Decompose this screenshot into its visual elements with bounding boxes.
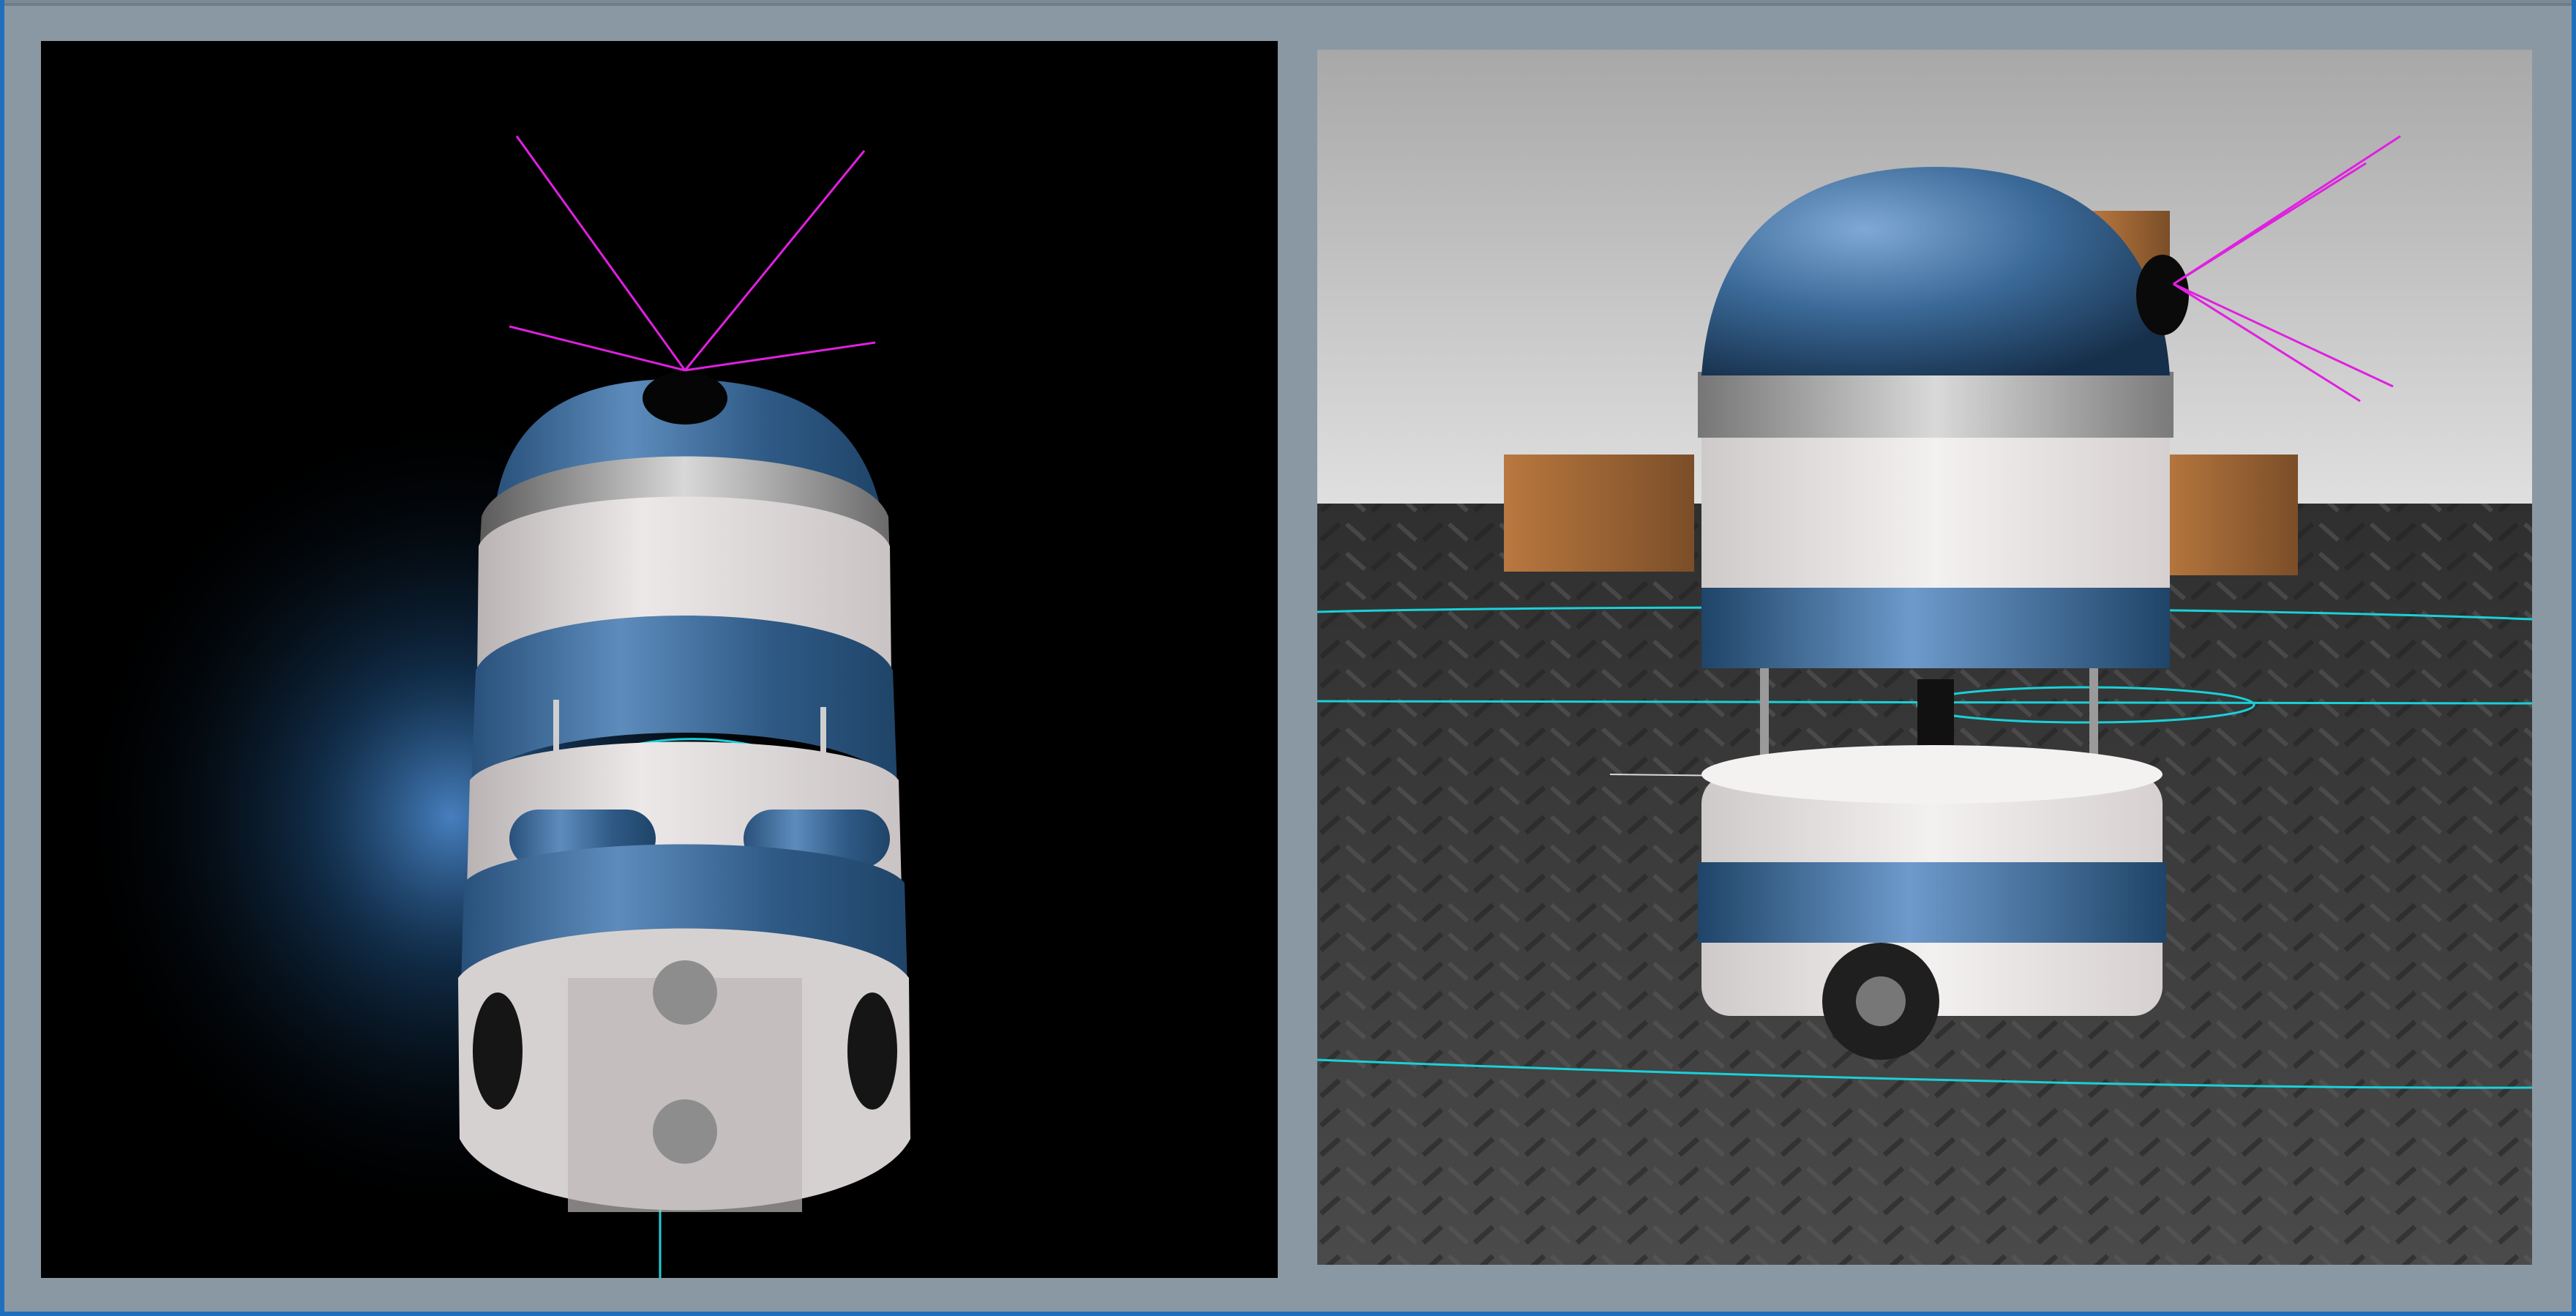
sensor-opening: [643, 372, 727, 425]
center-sensor: [1917, 679, 1954, 752]
robot-model-side[interactable]: [1698, 167, 2189, 1060]
viewport-top-down-scene[interactable]: [41, 41, 1278, 1278]
crate-right: [2159, 455, 2298, 575]
dome-sensor: [2136, 255, 2189, 335]
crate-left: [1504, 455, 1694, 572]
viewport-side-perspective[interactable]: [1317, 50, 2532, 1265]
simulator-window: [4, 0, 2572, 1312]
wheel-hub: [1856, 976, 1906, 1026]
caster-front: [653, 960, 717, 1025]
wheel-left: [473, 992, 523, 1110]
viewport-side-scene[interactable]: [1317, 50, 2532, 1265]
wheel-right: [847, 992, 897, 1110]
upper-blue-band: [1701, 588, 2170, 668]
metal-ring: [1698, 372, 2174, 438]
caster-rear: [653, 1099, 717, 1164]
base-top: [1701, 745, 2163, 804]
window-top-strip: [4, 3, 2572, 6]
viewport-top-down[interactable]: [41, 41, 1278, 1278]
base-blue-band: [1698, 862, 2166, 943]
robot-model[interactable]: [458, 372, 910, 1212]
